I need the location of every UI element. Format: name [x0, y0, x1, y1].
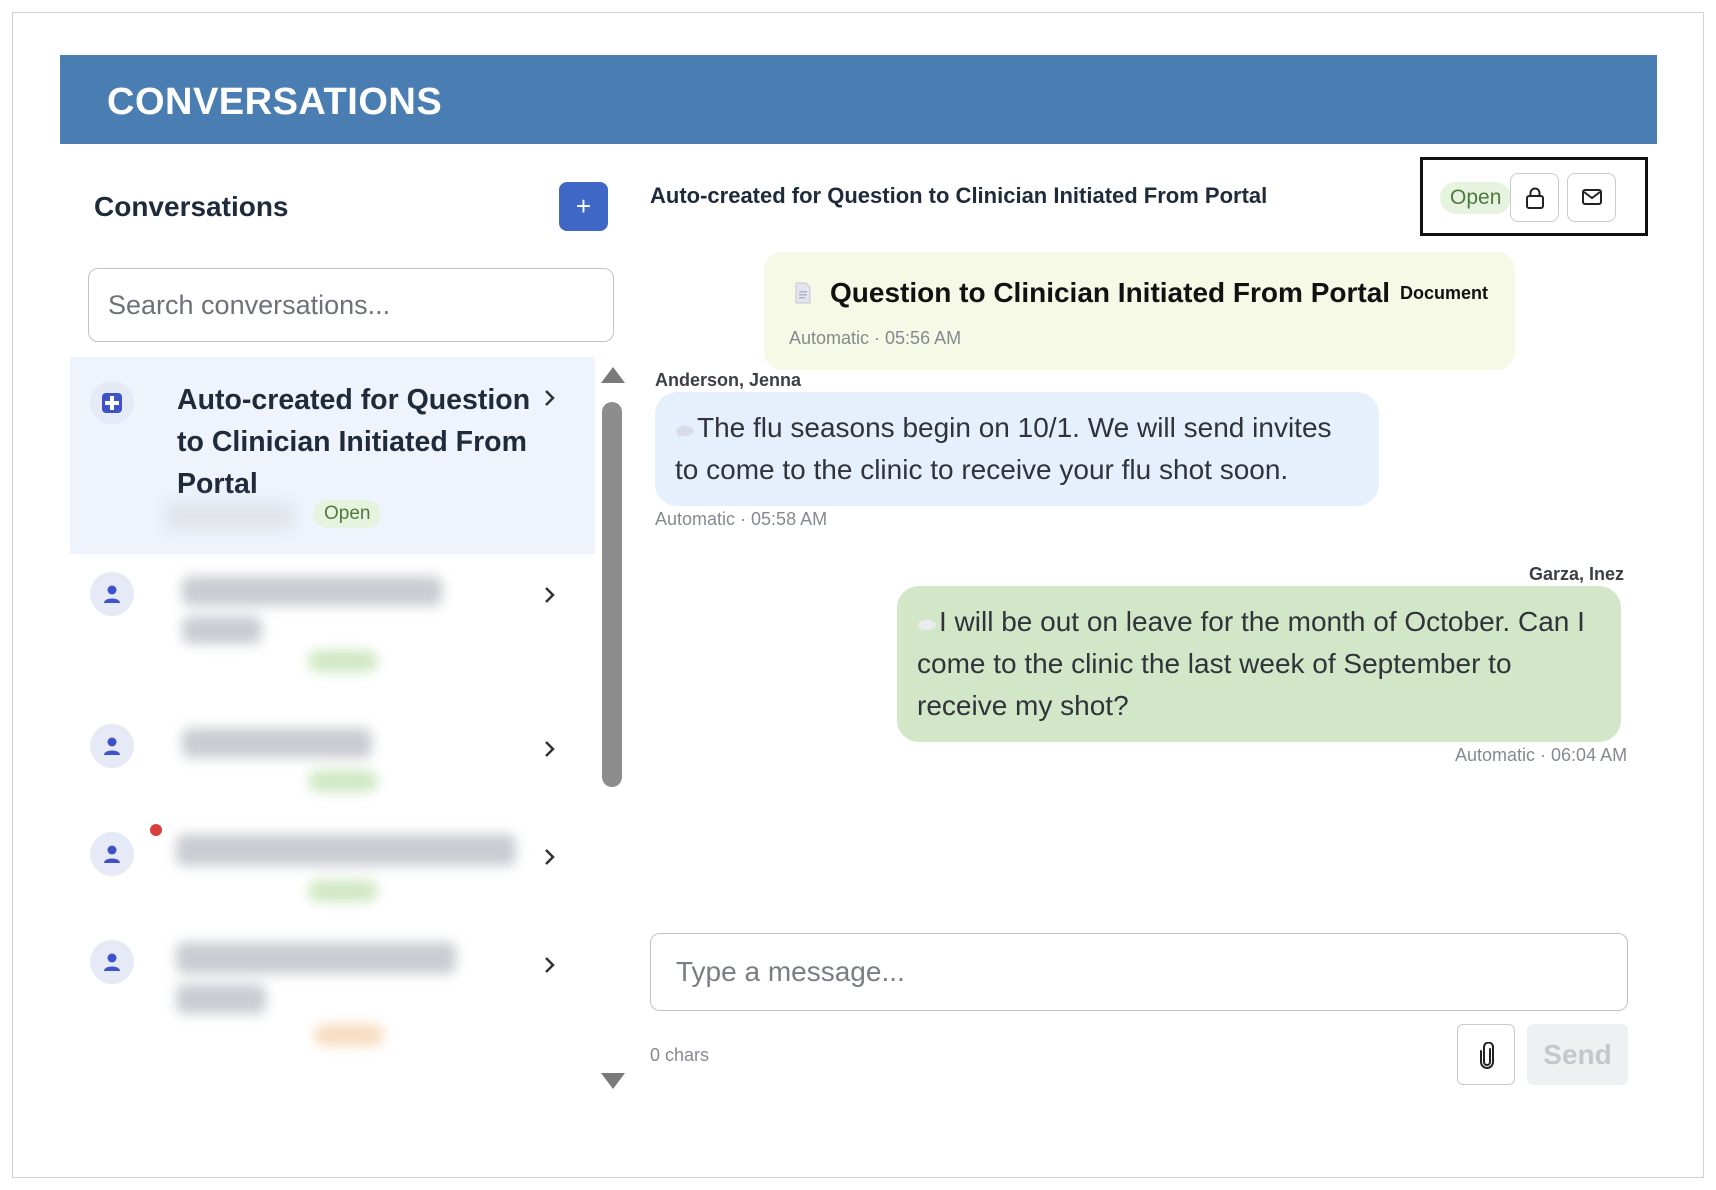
- chevron-right-icon: [545, 587, 555, 603]
- search-input[interactable]: [88, 268, 614, 342]
- message-input[interactable]: [650, 933, 1628, 1011]
- message-text: I will be out on leave for the month of …: [917, 606, 1585, 721]
- page-banner: CONVERSATIONS: [60, 55, 1657, 144]
- conversation-header-title: Auto-created for Question to Clinician I…: [650, 183, 1268, 208]
- message-sender: Anderson, Jenna: [655, 370, 802, 390]
- document-title: Question to Clinician Initiated From Por…: [830, 277, 1391, 308]
- conversation-item-title: Auto-created for Question to Clinician I…: [177, 384, 531, 500]
- lock-button[interactable]: [1510, 173, 1559, 222]
- message-bubble-outgoing: I will be out on leave for the month of …: [897, 586, 1621, 742]
- person-icon: [90, 940, 134, 984]
- attach-button[interactable]: [1457, 1024, 1515, 1085]
- person-icon: [90, 832, 134, 876]
- char-count: 0 chars: [650, 1045, 710, 1065]
- conversation-item[interactable]: [70, 554, 595, 706]
- person-icon: [90, 724, 134, 768]
- redacted-text: [168, 554, 468, 679]
- conversation-actions: Open: [1420, 157, 1648, 236]
- paperclip-icon: [1480, 1042, 1494, 1069]
- message-meta: Automatic · 05:56 AM: [789, 328, 962, 348]
- unread-indicator: [150, 824, 162, 836]
- document-card[interactable]: Question to Clinician Initiated From Por…: [764, 252, 1515, 370]
- sidebar-title: Conversations: [94, 191, 289, 222]
- message-bubble-incoming: The flu seasons begin on 10/1. We will s…: [655, 392, 1379, 506]
- redacted-text: [164, 497, 294, 537]
- scroll-thumb[interactable]: [602, 402, 622, 787]
- chevron-right-icon: [545, 390, 555, 406]
- lock-icon: [1526, 187, 1544, 209]
- mail-button[interactable]: [1567, 173, 1616, 222]
- send-button[interactable]: Send: [1527, 1024, 1628, 1085]
- conversation-list: Auto-created for Question to Clinician I…: [70, 357, 595, 1097]
- redacted-text: [166, 814, 536, 914]
- person-icon: [90, 572, 134, 616]
- document-icon: [795, 282, 811, 304]
- conversation-item-active[interactable]: Auto-created for Question to Clinician I…: [70, 357, 595, 554]
- mail-icon: [1582, 189, 1602, 205]
- status-badge: Open: [313, 500, 382, 528]
- page-title: CONVERSATIONS: [107, 81, 443, 123]
- document-type-label: Document: [1400, 283, 1489, 303]
- chat-bubble-icon: [918, 620, 936, 632]
- scroll-up-arrow[interactable]: [601, 367, 625, 383]
- status-badge: Open: [1440, 182, 1512, 214]
- message-meta: Automatic · 05:58 AM: [655, 509, 828, 529]
- chevron-right-icon: [545, 957, 555, 973]
- conversation-item[interactable]: [70, 814, 595, 922]
- conversation-list-scrollbar[interactable]: [596, 357, 630, 1097]
- chat-bubble-icon: [676, 426, 694, 438]
- redacted-text: [166, 922, 486, 1057]
- conversation-item[interactable]: [70, 922, 595, 1092]
- redacted-text: [168, 706, 398, 806]
- plus-square-icon: [90, 381, 134, 425]
- chevron-right-icon: [545, 849, 555, 865]
- message-text: The flu seasons begin on 10/1. We will s…: [675, 412, 1332, 485]
- chevron-right-icon: [545, 741, 555, 757]
- message-meta: Automatic · 06:04 AM: [1455, 745, 1628, 765]
- scroll-down-arrow[interactable]: [601, 1073, 625, 1089]
- message-sender: Garza, Inez: [1529, 564, 1625, 584]
- new-conversation-button[interactable]: +: [559, 182, 608, 231]
- conversation-item[interactable]: [70, 706, 595, 814]
